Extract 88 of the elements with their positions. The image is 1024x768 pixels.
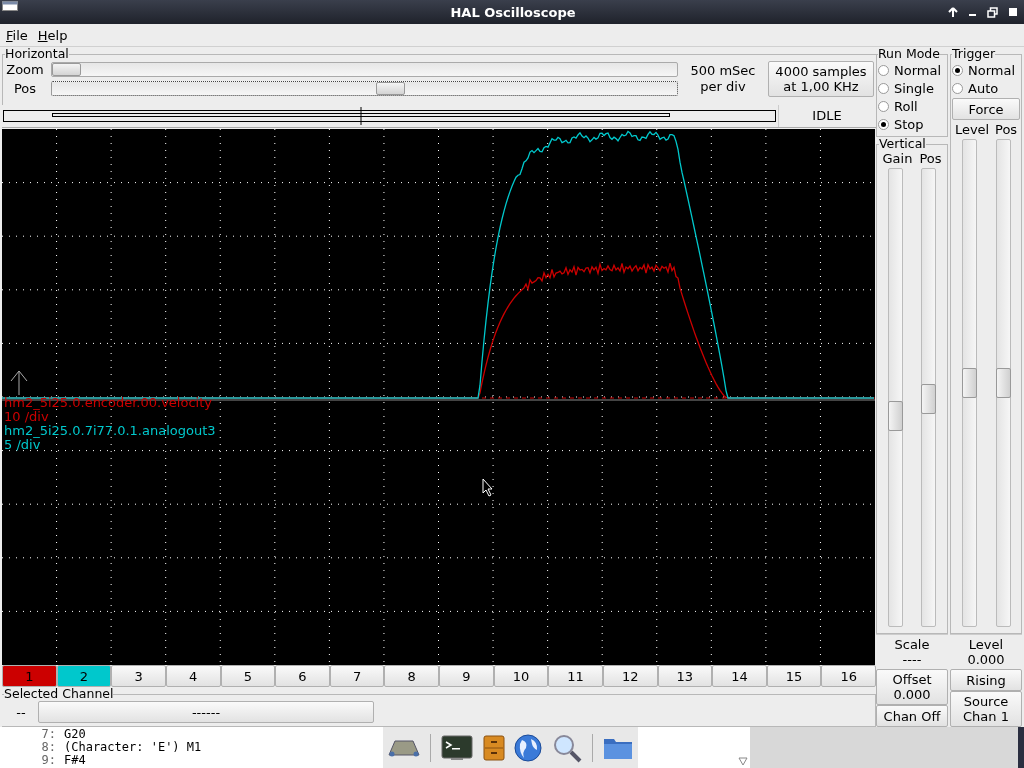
status-label: IDLE [778,105,875,127]
time-per-div: 500 mSec per div [689,63,757,95]
channel-button[interactable]: 6 [275,665,330,687]
pos-label: Pos [12,81,38,96]
radio-label[interactable]: Normal [968,62,1016,78]
channel-button[interactable]: 5 [220,665,276,687]
level-caption: Level [968,637,1004,652]
group-title: Trigger [952,47,996,61]
channel-button[interactable]: 2 [56,665,112,687]
arrow-up-icon[interactable] [948,6,958,18]
channel-button[interactable]: 7 [329,665,385,687]
channel-number: -- [15,704,27,720]
channel-button[interactable]: 14 [712,665,767,687]
slider-thumb[interactable] [888,400,903,431]
channel-button[interactable]: 16 [821,665,876,687]
menu-item[interactable]: File [3,27,31,43]
group-title: Horizontal [5,47,69,61]
radio-label[interactable]: Auto [968,80,999,96]
line-number: 8: [40,741,56,754]
slider-thumb[interactable] [52,63,81,76]
radio-button[interactable] [952,82,963,94]
edge-button[interactable]: Rising [950,669,1022,691]
menu-item[interactable]: Help [34,27,71,43]
gain-label: Gain [882,151,913,166]
trace-scale: 10 /div [4,410,49,424]
code-line: F#4 [64,754,86,767]
position-slider[interactable] [921,168,936,627]
restore-icon[interactable] [987,6,998,18]
channel-button[interactable]: 1 [2,665,57,687]
level-value: 0.000 [967,652,1005,667]
code-line: (Character: 'E') M1 [64,741,202,754]
slider-thumb[interactable] [961,367,977,398]
zoom-label: Zoom [5,62,45,77]
slider-thumb[interactable] [921,383,936,414]
channel-off-button[interactable]: Chan Off [876,705,948,727]
code-line: G20 [64,728,86,741]
sample-rate-button[interactable]: 4000 samples at 1,00 KHz [768,61,874,97]
force-button[interactable]: Force [952,98,1020,120]
pos-label: Pos [995,122,1018,137]
radio-button[interactable] [878,64,889,76]
offset-button[interactable]: Offset 0.000 [876,669,948,705]
terminal-icon[interactable] [440,734,473,761]
group-title: Selected Channel [4,687,114,701]
trace-name: hm2_5i25.0.encoder.00.velocity [4,396,212,410]
zoom-slider[interactable] [51,62,678,77]
dropdown-icon[interactable] [738,756,748,766]
radio-label[interactable]: Roll [894,98,918,114]
scale-label: Scale [894,637,930,652]
channel-button[interactable]: 9 [439,665,494,687]
radio-button[interactable] [878,82,889,94]
radio-label[interactable]: Single [894,80,934,96]
line-number: 7: [40,728,56,741]
cabinet-icon[interactable] [482,734,505,761]
level-slider[interactable] [961,139,977,627]
line-number: 9: [40,754,56,767]
trace-scale: 5 /div [4,438,41,452]
slider-thumb[interactable] [376,82,405,95]
channel-button[interactable]: 11 [548,665,603,687]
scale-value: ---- [902,652,922,667]
radio-button[interactable] [952,64,963,76]
channel-button[interactable]: 10 [493,665,549,687]
channel-name-button[interactable]: ------ [38,701,374,723]
channel-button[interactable]: 15 [766,665,822,687]
channel-button[interactable]: 12 [602,665,658,687]
maximize-icon[interactable] [1008,7,1018,17]
window-title: HAL Oscilloscope [449,4,577,20]
radio-label[interactable]: Stop [894,116,924,132]
source-button[interactable]: Source Chan 1 [950,691,1022,727]
globe-icon[interactable] [514,733,543,762]
pos-label: Pos [919,151,942,166]
level-label: Level [954,122,990,137]
window-icon [2,1,18,11]
slider-thumb[interactable] [995,367,1011,398]
gain-slider[interactable] [888,168,903,627]
trace-name: hm2_5i25.0.7i77.0.1.analogout3 [4,424,216,438]
position-slider[interactable] [51,81,678,96]
search-icon[interactable] [552,732,583,763]
radio-button[interactable] [878,118,889,130]
radio-button[interactable] [878,100,889,112]
channel-button[interactable]: 3 [111,665,166,687]
position-slider[interactable] [995,139,1011,627]
radio-label[interactable]: Normal [894,62,942,78]
channel-button[interactable]: 8 [384,665,439,687]
trigger-marker-icon [10,370,28,396]
group-title: Vertical [879,137,926,151]
channel-button[interactable]: 4 [165,665,221,687]
channel-button[interactable]: 13 [657,665,713,687]
group-title: Run Mode [878,47,940,61]
